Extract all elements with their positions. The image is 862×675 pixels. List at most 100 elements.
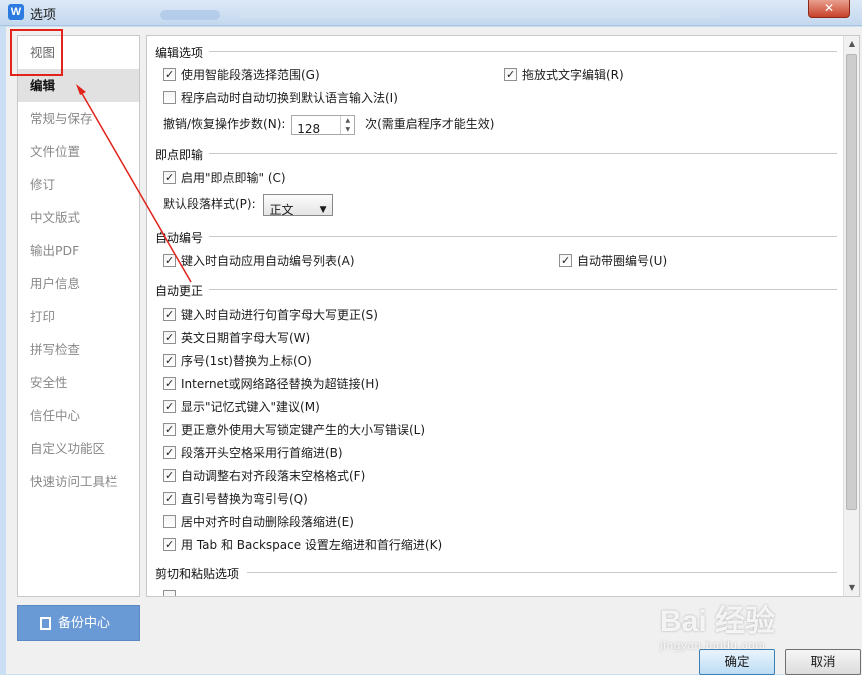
checkbox-label: 直引号替换为弯引号(Q) [181,492,308,506]
section-divider [209,236,837,237]
checkbox-label: 启用"即点即输" (C) [181,171,286,185]
sidebar: 视图 编辑 常规与保存 文件位置 修订 中文版式 输出PDF 用户信息 打印 拼… [17,35,140,597]
autocorrect-item[interactable]: 更正意外使用大写锁定键产生的大小写错误(L) [163,421,425,439]
sidebar-item-revision[interactable]: 修订 [18,168,139,201]
sidebar-item-customize-ribbon[interactable]: 自定义功能区 [18,432,139,465]
section-title-autonumber: 自动编号 [155,231,204,245]
section-title-edit: 编辑选项 [155,46,204,60]
checkbox-checked[interactable] [163,252,176,270]
checkbox-label: 自动调整右对齐段落末空格格式(F) [181,469,366,483]
default-style-select[interactable]: 正文 ▼ [263,193,334,217]
checkbox-label: 键入时自动进行句首字母大写更正(S) [181,308,378,322]
checkbox-label: 程序启动时自动切换到默认语言输入法(I) [181,91,398,105]
baidu-watermark: Bai 经验 jingyan.baidu.com [660,596,800,656]
circled-numbering-checkbox[interactable]: 自动带圈编号(U) [559,252,667,270]
undo-steps-spinner[interactable]: 128 ▲ ▼ [291,114,356,136]
checkbox-checked[interactable] [504,66,517,84]
section-divider [247,572,837,573]
click-type-checkbox[interactable]: 启用"即点即输" (C) [163,169,286,187]
sidebar-item-chinese-layout[interactable]: 中文版式 [18,201,139,234]
section-divider [209,289,837,290]
auto-ime-checkbox[interactable]: 程序启动时自动切换到默认语言输入法(I) [163,89,398,107]
checkbox-unchecked[interactable] [163,515,176,528]
section-title-paste: 剪切和粘贴选项 [155,567,240,581]
autocorrect-item[interactable]: 英文日期首字母大写(W) [163,329,310,347]
backup-center-button[interactable]: 备份中心 [17,605,140,641]
checkbox-label: 居中对齐时自动删除段落缩进(E) [181,515,354,529]
checkbox-checked[interactable] [163,536,176,554]
checkbox-label: Internet或网络路径替换为超链接(H) [181,377,380,391]
checkbox-label: 使用智能段落选择范围(G) [181,68,320,82]
sidebar-item-file-location[interactable]: 文件位置 [18,135,139,168]
dropdown-caret-icon: ▼ [319,204,327,215]
checkbox-checked[interactable] [163,398,176,416]
sidebar-item-security[interactable]: 安全性 [18,366,139,399]
undo-steps-suffix: 次(需重启程序才能生效) [365,117,495,131]
title-bar: W 选项 ✕ [0,0,862,26]
sidebar-item-trust-center[interactable]: 信任中心 [18,399,139,432]
autocorrect-item[interactable]: 显示"记忆式键入"建议(M) [163,398,320,416]
blurred-background [240,12,720,18]
checkbox-checked[interactable] [163,375,176,393]
autocorrect-item[interactable]: 序号(1st)替换为上标(O) [163,352,312,370]
autocorrect-item[interactable]: 自动调整右对齐段落末空格格式(F) [163,467,365,485]
sidebar-item-print[interactable]: 打印 [18,300,139,333]
checkbox-label: 英文日期首字母大写(W) [181,331,311,345]
checkbox-label: 段落开头空格采用行首缩进(B) [181,446,343,460]
checkbox-checked[interactable] [163,490,176,508]
checkbox-label: 序号(1st)替换为上标(O) [181,354,312,368]
sidebar-item-spell-check[interactable]: 拼写检查 [18,333,139,366]
section-divider [209,51,837,52]
checkbox-checked[interactable] [163,444,176,462]
spinner-arrows-icon[interactable]: ▲ ▼ [340,115,354,134]
checkbox-checked[interactable] [559,252,572,270]
checkbox-label: 更正意外使用大写锁定键产生的大小写错误(L) [181,423,426,437]
checkbox-label: 拖放式文字编辑(R) [522,68,624,82]
section-divider [209,153,837,154]
options-dialog: 视图 编辑 常规与保存 文件位置 修订 中文版式 输出PDF 用户信息 打印 拼… [6,27,862,675]
checkbox-checked[interactable] [163,421,176,439]
drag-drop-text-checkbox[interactable]: 拖放式文字编辑(R) [504,66,624,84]
vertical-scrollbar[interactable]: ▲ ▼ [843,36,859,596]
checkbox-unchecked[interactable] [163,590,176,596]
paste-item-partial[interactable] [163,588,181,596]
close-button[interactable]: ✕ [808,0,850,18]
sidebar-item-user-info[interactable]: 用户信息 [18,267,139,300]
scroll-down-icon[interactable]: ▼ [844,580,859,596]
autocorrect-item[interactable]: Internet或网络路径替换为超链接(H) [163,375,379,393]
window-title: 选项 [30,8,57,23]
autocorrect-item[interactable]: 段落开头空格采用行首缩进(B) [163,444,343,462]
sidebar-item-export-pdf[interactable]: 输出PDF [18,234,139,267]
autocorrect-item[interactable]: 用 Tab 和 Backspace 设置左缩进和首行缩进(K) [163,536,442,554]
section-title-click-type: 即点即输 [155,148,204,162]
sidebar-item-quick-access-toolbar[interactable]: 快速访问工具栏 [18,465,139,498]
document-icon [40,617,51,630]
undo-steps-label: 撤销/恢复操作步数(N): [163,117,286,131]
smart-paragraph-checkbox[interactable]: 使用智能段落选择范围(G) [163,66,320,84]
undo-steps-row: 撤销/恢复操作步数(N): 128 ▲ ▼ 次(需重启程序才能生效) [163,112,494,136]
settings-panel: 编辑选项 使用智能段落选择范围(G) 拖放式文字编辑(R) 程序启动时自动切换到… [146,35,860,597]
checkbox-unchecked[interactable] [163,91,176,104]
default-style-row: 默认段落样式(P): 正文 ▼ [163,192,334,217]
scroll-up-icon[interactable]: ▲ [844,36,859,52]
annotation-highlight-box [10,29,63,76]
autocorrect-item[interactable]: 居中对齐时自动删除段落缩进(E) [163,513,354,531]
autocorrect-item[interactable]: 直引号替换为弯引号(Q) [163,490,308,508]
scrollbar-thumb[interactable] [846,54,857,510]
autocorrect-item[interactable]: 键入时自动进行句首字母大写更正(S) [163,306,378,324]
checkbox-label: 键入时自动应用自动编号列表(A) [181,254,355,268]
checkbox-label: 显示"记忆式键入"建议(M) [181,400,320,414]
sidebar-item-general-save[interactable]: 常规与保存 [18,102,139,135]
checkbox-checked[interactable] [163,352,176,370]
checkbox-checked[interactable] [163,329,176,347]
checkbox-checked[interactable] [163,467,176,485]
checkbox-checked[interactable] [163,306,176,324]
undo-steps-value: 128 [297,121,321,136]
checkbox-checked[interactable] [163,169,176,187]
checkbox-checked[interactable] [163,66,176,84]
default-style-label: 默认段落样式(P): [163,197,256,211]
backup-center-label: 备份中心 [58,616,111,631]
checkbox-label: 自动带圈编号(U) [577,254,668,268]
watermark-logo-text: Bai 经验 [660,605,776,638]
auto-numbering-list-checkbox[interactable]: 键入时自动应用自动编号列表(A) [163,252,355,270]
